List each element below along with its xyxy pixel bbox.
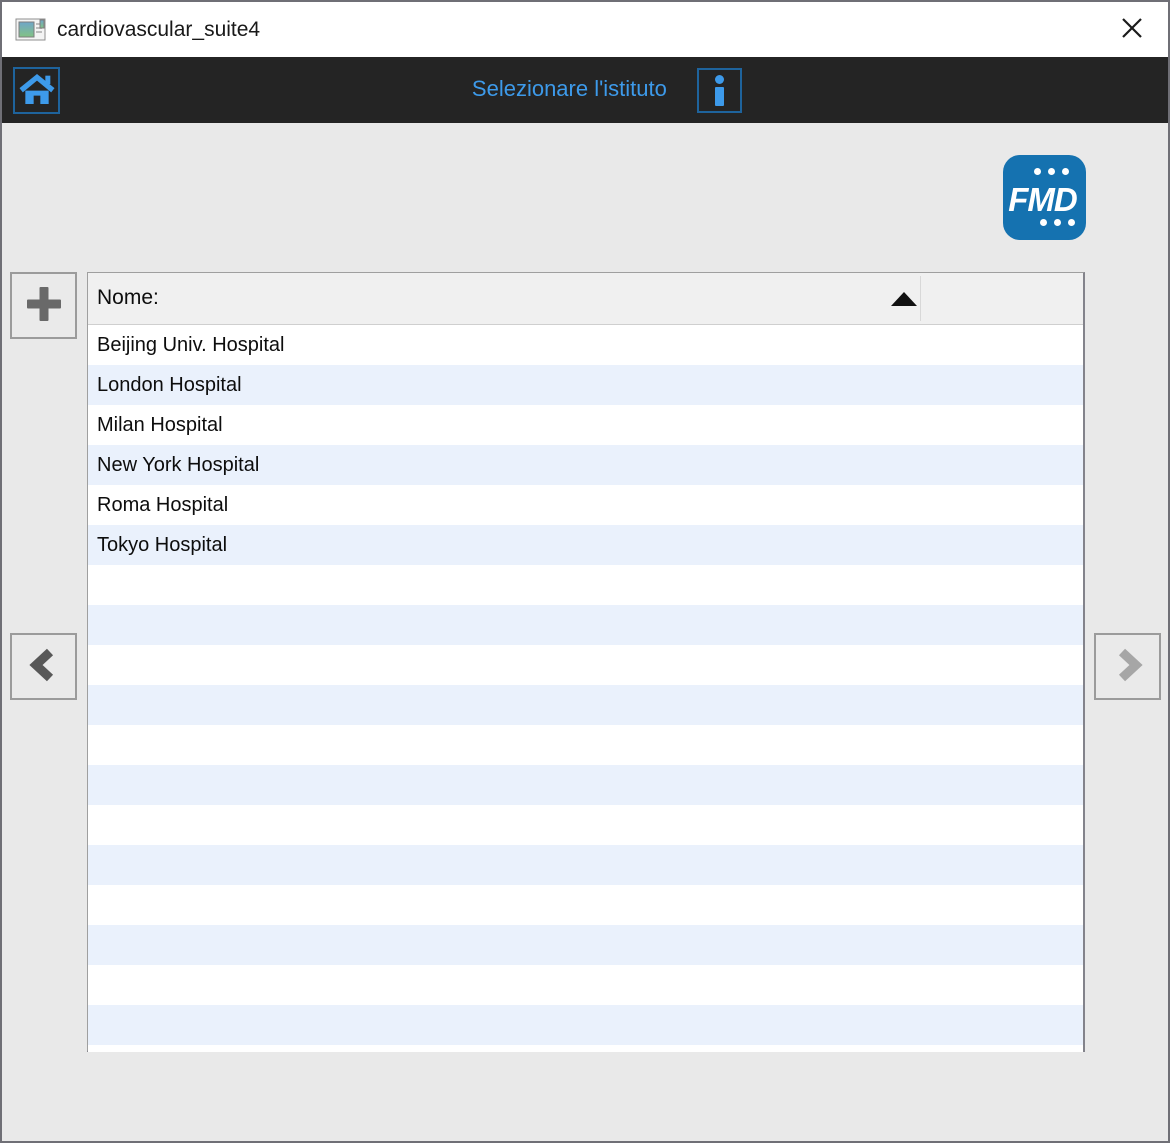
table-row bbox=[88, 605, 1083, 645]
info-button[interactable] bbox=[697, 68, 742, 113]
table-row bbox=[88, 765, 1083, 805]
table-row[interactable]: London Hospital bbox=[88, 365, 1083, 405]
app-icon bbox=[15, 16, 47, 44]
info-i-icon bbox=[715, 75, 724, 84]
main-content: FMD bbox=[2, 123, 1168, 1141]
header-bar: Selezionare l'istituto bbox=[2, 57, 1168, 123]
table-row[interactable]: Tokyo Hospital bbox=[88, 525, 1083, 565]
prev-button[interactable] bbox=[10, 633, 77, 700]
close-x-icon bbox=[1117, 13, 1147, 46]
logo-dots-bottom bbox=[1040, 219, 1075, 226]
institute-table: Nome: Beijing Univ. HospitalLondon Hospi… bbox=[87, 272, 1085, 1052]
table-header-row[interactable]: Nome: bbox=[88, 273, 1083, 325]
logo-text: FMD bbox=[1003, 181, 1082, 219]
column-divider bbox=[920, 276, 921, 321]
header-title: Selezionare l'istituto bbox=[472, 57, 667, 121]
fmd-logo: FMD bbox=[1003, 155, 1086, 240]
chevron-left-icon bbox=[25, 646, 63, 687]
table-row bbox=[88, 685, 1083, 725]
titlebar: cardiovascular_suite4 bbox=[2, 2, 1168, 57]
table-row[interactable]: Beijing Univ. Hospital bbox=[88, 325, 1083, 365]
table-row bbox=[88, 645, 1083, 685]
table-row[interactable]: Roma Hospital bbox=[88, 485, 1083, 525]
plus-icon bbox=[23, 283, 65, 328]
logo-dots-top bbox=[1034, 168, 1069, 175]
next-button[interactable] bbox=[1094, 633, 1161, 700]
app-window: cardiovascular_suite4 Selezionare l'isti… bbox=[0, 0, 1170, 1143]
column-header-nome: Nome: bbox=[97, 273, 159, 323]
table-row bbox=[88, 845, 1083, 885]
table-body: Beijing Univ. HospitalLondon HospitalMil… bbox=[88, 325, 1083, 1052]
table-row bbox=[88, 925, 1083, 965]
add-institute-button[interactable] bbox=[10, 272, 77, 339]
table-row[interactable]: New York Hospital bbox=[88, 445, 1083, 485]
table-row bbox=[88, 565, 1083, 605]
sort-ascending-icon bbox=[891, 292, 917, 306]
table-row[interactable]: Milan Hospital bbox=[88, 405, 1083, 445]
table-row bbox=[88, 885, 1083, 925]
close-button[interactable] bbox=[1112, 10, 1152, 50]
home-button[interactable] bbox=[13, 67, 60, 114]
table-row bbox=[88, 1005, 1083, 1045]
table-row bbox=[88, 965, 1083, 1005]
home-house-icon bbox=[17, 69, 57, 112]
table-row bbox=[88, 805, 1083, 845]
table-row bbox=[88, 725, 1083, 765]
window-title: cardiovascular_suite4 bbox=[57, 18, 260, 42]
chevron-right-icon bbox=[1109, 646, 1147, 687]
